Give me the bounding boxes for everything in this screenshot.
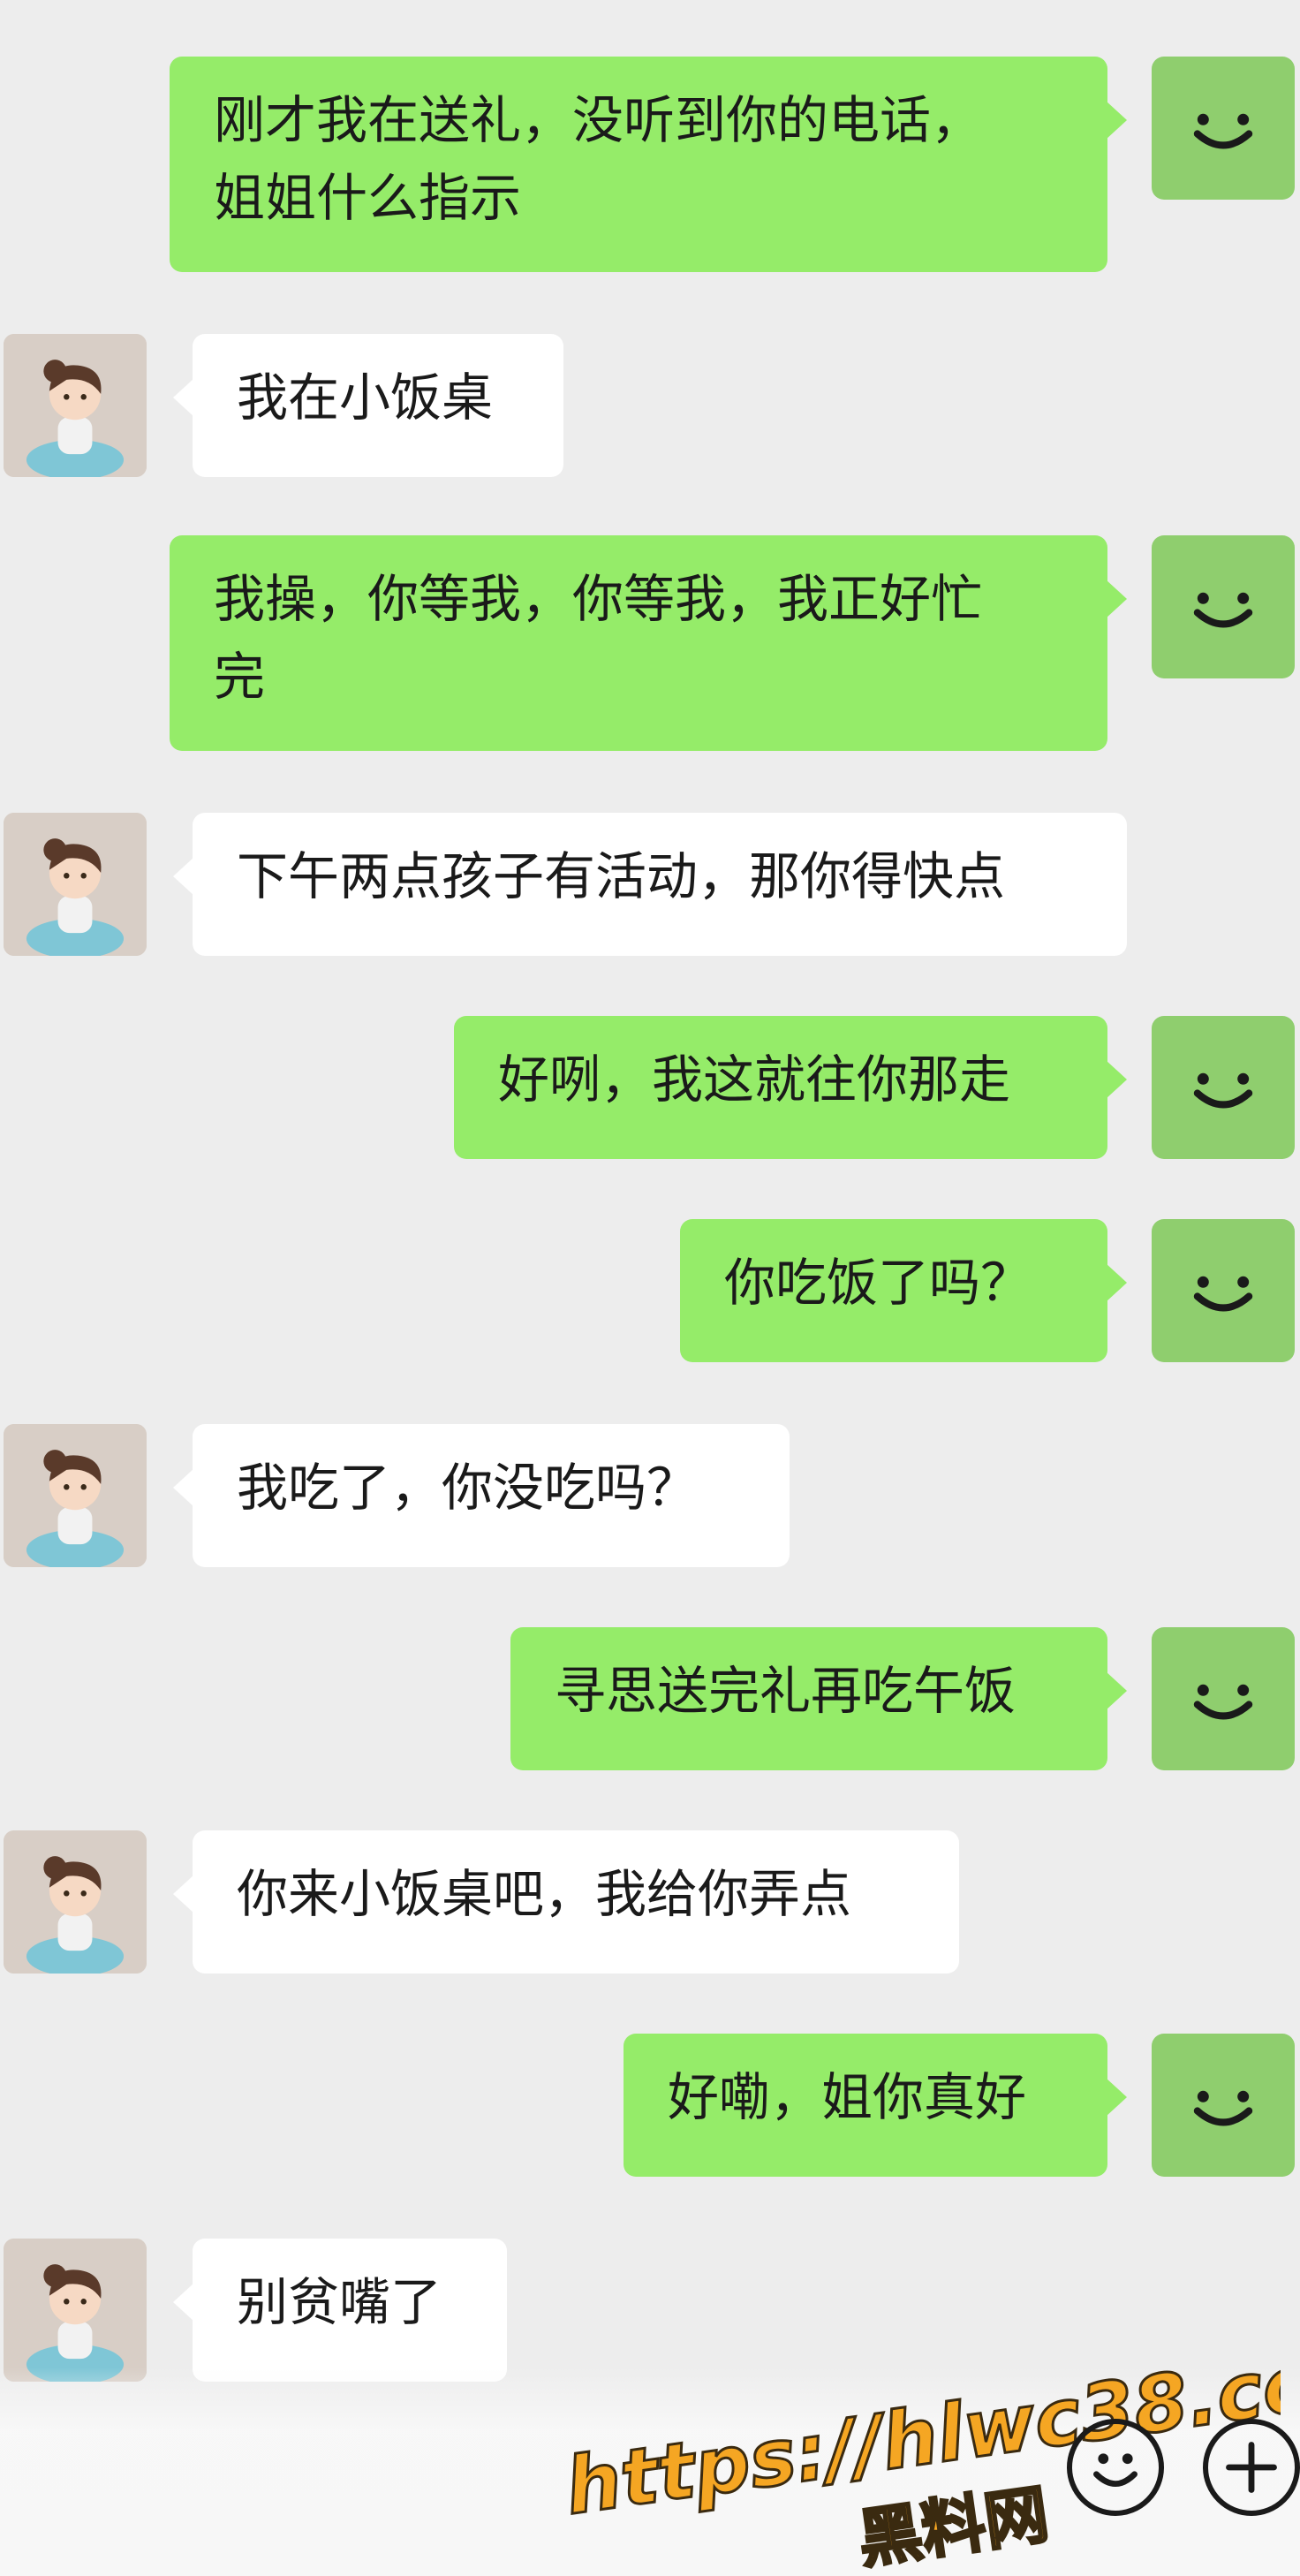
message-text: 完	[214, 647, 266, 707]
cartoon-girl-avatar-icon	[4, 813, 147, 956]
message-text: 好嘞，姐你真好	[668, 2067, 1027, 2127]
received-bubble[interactable]: 别贫嘴了	[173, 2239, 507, 2382]
other-avatar[interactable]	[4, 813, 147, 956]
other-avatar[interactable]	[4, 334, 147, 477]
message-text: 刚才我在送礼，没听到你的电话，	[214, 90, 983, 150]
message-text: 我吃了，你没吃吗？	[237, 1458, 699, 1518]
self-avatar[interactable]	[1152, 1219, 1295, 1362]
received-bubble[interactable]: 我吃了，你没吃吗？	[173, 1424, 790, 1567]
received-bubble[interactable]: 你来小饭桌吧，我给你弄点	[173, 1830, 959, 1974]
cartoon-girl-avatar-icon	[4, 334, 147, 477]
message-text: 你吃饭了吗？	[724, 1253, 1032, 1313]
smiley-avatar-icon	[1193, 2090, 1253, 2126]
more-options-button[interactable]	[1203, 2419, 1300, 2516]
message-text: 我操，你等我，你等我，我正好忙	[214, 569, 983, 629]
sent-bubble[interactable]: 好咧，我这就往你那走	[454, 1016, 1127, 1159]
sent-bubble[interactable]: 好嘞，姐你真好	[624, 2034, 1127, 2177]
cartoon-girl-avatar-icon	[4, 2239, 147, 2382]
message-text: 下午两点孩子有活动，那你得快点	[237, 846, 1006, 906]
cartoon-girl-avatar-icon	[4, 1830, 147, 1974]
message-text: 你来小饭桌吧，我给你弄点	[237, 1864, 852, 1924]
message-text: 寻思送完礼再吃午饭	[555, 1661, 1017, 1721]
smiley-avatar-icon	[1193, 113, 1253, 149]
smiley-avatar-icon	[1193, 592, 1253, 628]
other-avatar[interactable]	[4, 1830, 147, 1974]
cartoon-girl-avatar-icon	[4, 1424, 147, 1567]
other-avatar[interactable]	[4, 2239, 147, 2382]
message-text: 别贫嘴了	[237, 2272, 442, 2332]
self-avatar[interactable]	[1152, 535, 1295, 678]
sent-bubble[interactable]: 寻思送完礼再吃午饭	[510, 1627, 1127, 1770]
sent-bubble[interactable]: 我操，你等我，你等我，我正好忙 完	[170, 535, 1127, 751]
watermark-logo: https://hlwc38.com 黑料网	[556, 2341, 1281, 2571]
message-text: 姐姐什么指示	[214, 168, 522, 228]
smiley-avatar-icon	[1193, 1072, 1253, 1109]
emoji-icon	[1093, 2453, 1138, 2488]
watermark-name: 黑料网	[854, 2477, 1054, 2571]
smiley-avatar-icon	[1193, 1276, 1253, 1312]
smiley-avatar-icon	[1193, 1684, 1253, 1720]
sent-bubble[interactable]: 刚才我在送礼，没听到你的电话， 姐姐什么指示	[170, 57, 1127, 272]
received-bubble[interactable]: 下午两点孩子有活动，那你得快点	[173, 813, 1127, 956]
plus-icon	[1226, 2442, 1277, 2493]
sent-bubble[interactable]: 你吃饭了吗？	[680, 1219, 1127, 1362]
chat-area: 刚才我在送礼，没听到你的电话， 姐姐什么指示 我在小饭桌 我操，你等我，你等我，…	[0, 0, 1300, 2576]
received-bubble[interactable]: 我在小饭桌	[173, 334, 563, 477]
message-text: 好咧，我这就往你那走	[498, 1049, 1011, 1110]
message-text: 我在小饭桌	[237, 367, 494, 428]
self-avatar[interactable]	[1152, 1016, 1295, 1159]
emoji-button[interactable]	[1067, 2419, 1164, 2516]
self-avatar[interactable]	[1152, 57, 1295, 200]
self-avatar[interactable]	[1152, 1627, 1295, 1770]
other-avatar[interactable]	[4, 1424, 147, 1567]
self-avatar[interactable]	[1152, 2034, 1295, 2177]
